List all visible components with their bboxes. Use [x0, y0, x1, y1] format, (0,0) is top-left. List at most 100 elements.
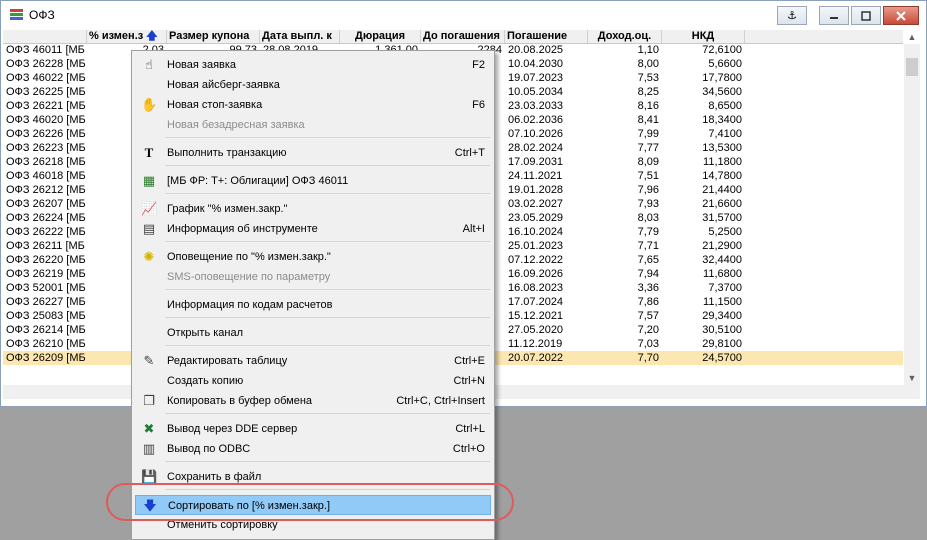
cell-name: ОФЗ 46018 [МБ — [6, 170, 86, 182]
table-icon — [10, 9, 23, 20]
context-menu: ☝ Новая заявка F2 Новая айсберг-заявка ✋ Нова… — [131, 50, 495, 540]
menu-item-7[interactable]: 📈 График "% измен.закр." — [135, 199, 491, 219]
cell-maturity: 19.01.2028 — [508, 184, 564, 196]
cell-nkd: 11,1800 — [703, 156, 742, 168]
cell-nkd: 8,6500 — [708, 100, 742, 112]
menu-item-1[interactable]: ☝ Новая заявка F2 — [135, 55, 491, 75]
close-button[interactable] — [883, 6, 919, 25]
cell-yield: 8,00 — [637, 58, 659, 70]
header-yield[interactable]: Доход.оц. — [588, 30, 662, 43]
copy-icon: ❐ — [143, 393, 155, 408]
cell-maturity: 11.12.2019 — [508, 338, 563, 350]
cell-name: ОФЗ 26227 [МБ — [6, 296, 86, 308]
cell-yield: 7,03 — [637, 338, 659, 350]
cell-name: ОФЗ 26210 [МБ — [6, 338, 86, 350]
menu-separator — [165, 193, 490, 194]
cell-yield: 7,79 — [637, 226, 659, 238]
table-header: % измен.з 🡅 Размер купона Дата выпл. к Д… — [3, 30, 903, 44]
menu-item-label: Открыть канал — [167, 327, 244, 339]
header-maturity[interactable]: Погашение — [505, 30, 588, 43]
cell-yield: 8,09 — [637, 156, 659, 168]
cell-name: ОФЗ 26221 [МБ — [6, 100, 86, 112]
cell-yield: 7,51 — [637, 170, 659, 182]
cell-maturity: 16.10.2024 — [508, 226, 564, 238]
cell-maturity: 15.12.2021 — [508, 310, 564, 322]
cell-maturity: 10.04.2030 — [508, 58, 564, 70]
cell-yield: 7,99 — [637, 128, 659, 140]
cell-maturity: 03.02.2027 — [508, 198, 564, 210]
annotation-highlight-ring — [106, 483, 514, 521]
cell-maturity: 16.08.2023 — [508, 282, 564, 294]
menu-item-13[interactable]: ✎ Редактировать таблицу Ctrl+E — [135, 351, 491, 371]
title-bar: ОФЗ ⚓ — [1, 1, 926, 30]
cell-nkd: 18,3400 — [702, 114, 742, 126]
menu-item-8[interactable]: ▤ Информация об инструменте Alt+I — [135, 219, 491, 239]
cell-nkd: 17,7800 — [702, 72, 742, 84]
cell-yield: 7,70 — [637, 352, 659, 364]
cell-name: ОФЗ 26223 [МБ — [6, 142, 86, 154]
maximize-button[interactable] — [851, 6, 881, 25]
menu-item-6[interactable]: ▦ [МБ ФР: Т+: Облигации] ОФЗ 46011 — [135, 171, 491, 191]
menu-item-2[interactable]: Новая айсберг-заявка — [135, 75, 491, 95]
cell-nkd: 24,5700 — [702, 352, 742, 364]
menu-item-12[interactable]: Открыть канал — [135, 323, 491, 343]
header-change[interactable]: % измен.з 🡅 — [87, 30, 167, 43]
menu-item-17[interactable]: ▥ Вывод по ODBC Ctrl+O — [135, 439, 491, 459]
header-duration[interactable]: Дюрация — [340, 30, 421, 43]
cell-name: ОФЗ 26218 [МБ — [6, 156, 86, 168]
menu-item-14[interactable]: Создать копию Ctrl+N — [135, 371, 491, 391]
menu-item-label: Новая айсберг-заявка — [167, 79, 280, 91]
header-pay-date[interactable]: Дата выпл. к — [260, 30, 340, 43]
header-days[interactable]: До погашения — [421, 30, 505, 43]
cell-yield: 7,94 — [637, 268, 659, 280]
minimize-button[interactable] — [819, 6, 849, 25]
cell-name: ОФЗ 26212 [МБ — [6, 184, 86, 196]
maximize-icon — [861, 10, 871, 21]
header-name[interactable] — [3, 30, 87, 43]
scroll-up-arrow-icon[interactable]: ▲ — [904, 30, 920, 44]
menu-item-label: Оповещение по "% измен.закр." — [167, 251, 331, 263]
menu-item-4: Новая безадресная заявка — [135, 115, 491, 135]
menu-item-5[interactable]: T Выполнить транзакцию Ctrl+T — [135, 143, 491, 163]
menu-item-shortcut: Ctrl+C, Ctrl+Insert — [396, 395, 485, 407]
cell-maturity: 23.05.2029 — [508, 212, 564, 224]
cell-maturity: 28.02.2024 — [508, 142, 564, 154]
chart-icon: 📈 — [141, 201, 158, 216]
menu-item-3[interactable]: ✋ Новая стоп-заявка F6 — [135, 95, 491, 115]
cell-name: ОФЗ 26219 [МБ — [6, 268, 86, 280]
minimize-icon — [830, 16, 838, 19]
cell-name: ОФЗ 25083 [МБ — [6, 310, 86, 322]
header-coupon[interactable]: Размер купона — [167, 30, 260, 43]
anchor-icon: ⚓ — [787, 10, 797, 22]
scroll-down-arrow-icon[interactable]: ▼ — [904, 371, 920, 385]
cell-nkd: 13,5300 — [702, 142, 742, 154]
pin-button[interactable]: ⚓ — [777, 6, 807, 25]
cell-nkd: 30,5100 — [702, 324, 742, 336]
cell-nkd: 29,8100 — [702, 338, 742, 350]
cell-yield: 7,93 — [637, 198, 659, 210]
cell-yield: 8,16 — [637, 100, 659, 112]
menu-item-15[interactable]: ❐ Копировать в буфер обмена Ctrl+C, Ctrl+I… — [135, 391, 491, 411]
vertical-scrollbar[interactable]: ▲ ▼ — [904, 32, 920, 385]
menu-item-label: Вывод через DDE сервер — [167, 423, 298, 435]
menu-item-16[interactable]: ✖ Вывод через DDE сервер Ctrl+L — [135, 419, 491, 439]
info-icon: ▤ — [142, 221, 156, 236]
transaction-icon: T — [144, 145, 154, 160]
cell-nkd: 29,3400 — [702, 310, 742, 322]
cell-maturity: 25.01.2023 — [508, 240, 564, 252]
cell-nkd: 34,5600 — [702, 86, 742, 98]
cell-name: ОФЗ 46020 [МБ — [6, 114, 86, 126]
menu-separator — [165, 241, 490, 242]
cell-nkd: 21,6600 — [702, 198, 742, 210]
menu-separator — [165, 345, 490, 346]
scroll-thumb[interactable] — [906, 58, 918, 76]
header-nkd[interactable]: НКД — [662, 30, 745, 43]
cell-maturity: 07.12.2022 — [508, 254, 564, 266]
menu-item-9[interactable]: ✺ Оповещение по "% измен.закр." — [135, 247, 491, 267]
menu-item-label: Информация по кодам расчетов — [167, 299, 333, 311]
cell-yield: 7,20 — [637, 324, 659, 336]
cell-nkd: 5,2500 — [708, 226, 742, 238]
menu-item-11[interactable]: Информация по кодам расчетов — [135, 295, 491, 315]
cell-yield: 7,53 — [637, 72, 659, 84]
cell-nkd: 5,6600 — [708, 58, 742, 70]
